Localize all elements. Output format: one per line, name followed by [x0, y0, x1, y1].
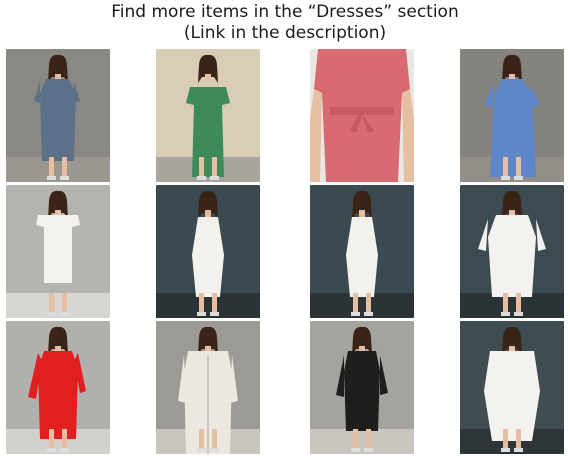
product-photo-11[interactable] — [310, 321, 414, 454]
product-photo-7[interactable] — [310, 185, 414, 318]
product-photo-8[interactable] — [460, 185, 564, 318]
dress-photo-image — [460, 49, 564, 182]
notice-line-2: (Link in the description) — [183, 23, 387, 43]
dress-photo-image — [156, 321, 260, 454]
product-photo-6[interactable] — [156, 185, 260, 318]
dress-photo-image — [460, 321, 564, 454]
dress-photo-image — [310, 49, 414, 182]
product-photo-10[interactable] — [156, 321, 260, 454]
dress-photo-image — [6, 49, 110, 182]
dress-photo-image — [460, 185, 564, 318]
product-photo-1[interactable] — [6, 49, 110, 182]
product-photo-12[interactable] — [460, 321, 564, 454]
section-notice: Find more items in the “Dresses” section… — [0, 2, 570, 44]
product-photo-5[interactable] — [6, 185, 110, 318]
product-photo-2[interactable] — [156, 49, 260, 182]
dress-photo-image — [156, 49, 260, 182]
dress-photo-image — [6, 185, 110, 318]
product-photo-9[interactable] — [6, 321, 110, 454]
dress-photo-image — [6, 321, 110, 454]
notice-line-1: Find more items in the “Dresses” section — [111, 2, 459, 22]
dress-photo-image — [310, 185, 414, 318]
product-photo-4[interactable] — [460, 49, 564, 182]
dress-photo-image — [156, 185, 260, 318]
dress-photo-image — [310, 321, 414, 454]
product-photo-3[interactable] — [310, 49, 414, 182]
